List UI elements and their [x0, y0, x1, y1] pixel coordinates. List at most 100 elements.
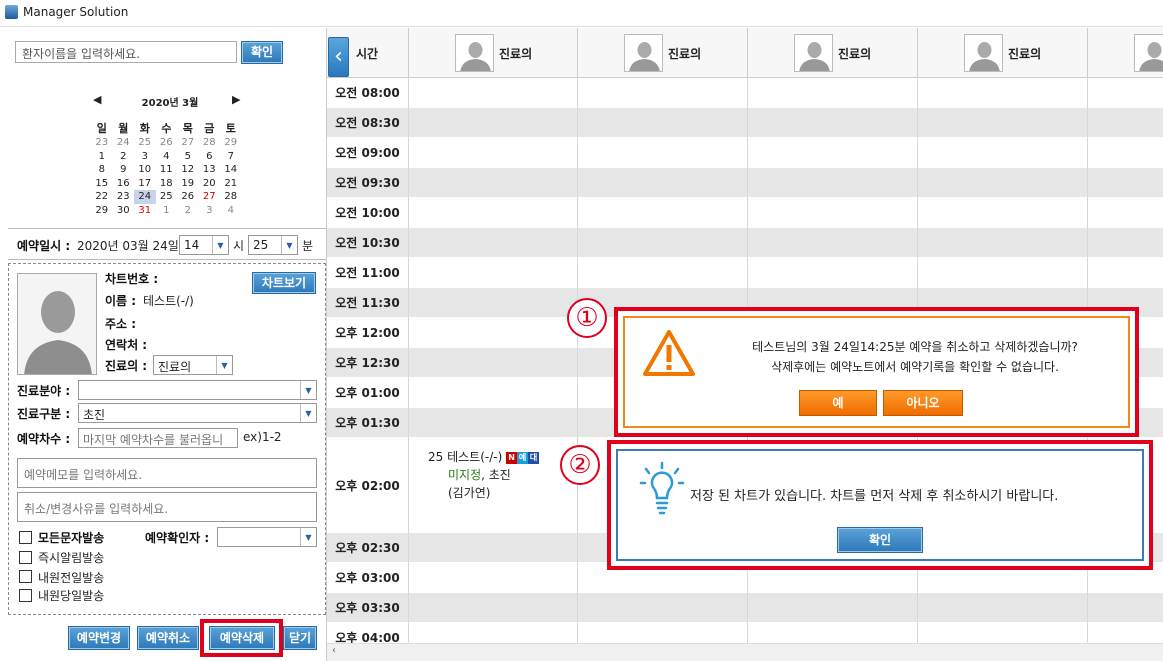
waiting-badge: 대: [528, 451, 540, 464]
calendar-day[interactable]: 9: [113, 163, 135, 177]
calendar-day[interactable]: 8: [91, 163, 113, 177]
calendar-day[interactable]: 16: [113, 177, 135, 191]
new-badge: N: [506, 451, 518, 464]
doctor-column-header: [1087, 28, 1163, 78]
calendar-day[interactable]: 23: [113, 190, 135, 204]
time-label: 오후 02:00: [327, 438, 408, 532]
doctor-label: 진료의 :: [105, 359, 148, 373]
calendar-day[interactable]: 15: [91, 177, 113, 191]
next-month-icon[interactable]: ▶: [232, 93, 240, 106]
calendar-day[interactable]: 31: [134, 204, 156, 218]
calendar-day[interactable]: 7: [220, 150, 242, 164]
time-label: 오전 10:30: [327, 228, 408, 257]
calendar-day[interactable]: 17: [134, 177, 156, 191]
person-icon: [969, 42, 1000, 71]
calendar-day[interactable]: 21: [220, 177, 242, 191]
close-button[interactable]: 닫기: [283, 626, 317, 650]
calendar-day[interactable]: 6: [199, 150, 221, 164]
time-slot-row[interactable]: 오전 08:00: [327, 78, 1163, 108]
doctor-column-header: 진료의: [577, 28, 747, 78]
calendar-day[interactable]: 27: [199, 190, 221, 204]
appointment-title: 25 테스트(-/-): [428, 450, 503, 464]
minute-select[interactable]: 25 ▼: [248, 235, 298, 255]
chevron-down-icon: ▼: [300, 381, 316, 399]
reason-field[interactable]: 취소/변경사유를 입력하세요.: [17, 492, 317, 522]
time-slot-row[interactable]: 오전 10:00: [327, 198, 1163, 228]
calendar-day[interactable]: 23: [91, 136, 113, 150]
session-input[interactable]: 마지막 예약차수를 불러옵니: [78, 428, 238, 448]
time-label: 오전 11:30: [327, 288, 408, 317]
department-label: 진료분야 :: [17, 384, 71, 398]
visit-type-select[interactable]: 초진 ▼: [78, 403, 317, 423]
calendar-day[interactable]: 29: [220, 136, 242, 150]
collapse-panel-button[interactable]: ‹: [328, 37, 349, 77]
horizontal-scrollbar[interactable]: ‹: [327, 643, 1163, 661]
weekday-header: 수: [161, 122, 172, 135]
calendar-day[interactable]: 28: [220, 190, 242, 204]
hour-select[interactable]: 14 ▼: [179, 235, 229, 255]
scroll-left-icon[interactable]: ‹: [332, 645, 336, 656]
cancel-reservation-button[interactable]: 예약취소: [137, 626, 199, 650]
calendar-day[interactable]: 1: [156, 204, 178, 218]
calendar-day[interactable]: 28: [199, 136, 221, 150]
no-button[interactable]: 아니오: [883, 390, 963, 416]
patient-photo: [17, 273, 97, 375]
calendar-day[interactable]: 30: [113, 204, 135, 218]
time-slot-row[interactable]: 오후 03:30: [327, 593, 1163, 623]
confirmer-select[interactable]: ▼: [217, 527, 317, 547]
calendar-day[interactable]: 26: [177, 190, 199, 204]
memo-field[interactable]: 예약메모를 입력하세요.: [17, 458, 317, 488]
calendar-day[interactable]: 4: [156, 150, 178, 164]
time-slot-row[interactable]: 오전 08:30: [327, 108, 1163, 138]
day-before-checkbox[interactable]: [19, 570, 32, 583]
time-slot-row[interactable]: 오전 09:30: [327, 168, 1163, 198]
time-slot-row[interactable]: 오전 10:30: [327, 228, 1163, 258]
marker-1: ①: [567, 298, 607, 338]
calendar-day[interactable]: 25: [156, 190, 178, 204]
ok-button[interactable]: 확인: [837, 527, 923, 553]
same-day-checkbox[interactable]: [19, 589, 32, 602]
search-confirm-button[interactable]: 확인: [241, 41, 283, 64]
calendar-day[interactable]: 1: [91, 150, 113, 164]
calendar-day[interactable]: 20: [199, 177, 221, 191]
calendar-day[interactable]: 10: [134, 163, 156, 177]
time-label: 오후 03:30: [327, 593, 408, 622]
instant-label: 즉시알림발송: [38, 551, 105, 565]
calendar-day[interactable]: 26: [156, 136, 178, 150]
calendar-day[interactable]: 29: [91, 204, 113, 218]
calendar-day[interactable]: 24: [113, 136, 135, 150]
calendar-day[interactable]: 2: [177, 204, 199, 218]
calendar-day[interactable]: 4: [220, 204, 242, 218]
warning-icon: [643, 330, 695, 376]
calendar-day[interactable]: 27: [177, 136, 199, 150]
time-slot-row[interactable]: 오후 04:00: [327, 623, 1163, 643]
all-sms-checkbox[interactable]: [19, 531, 32, 544]
instant-checkbox[interactable]: [19, 551, 32, 564]
time-label: 오후 02:30: [327, 533, 408, 562]
calendar-day[interactable]: 24: [134, 190, 156, 204]
calendar-day[interactable]: 22: [91, 190, 113, 204]
calendar-day[interactable]: 13: [199, 163, 221, 177]
department-select[interactable]: ▼: [78, 380, 317, 400]
chart-view-button[interactable]: 차트보기: [252, 272, 316, 294]
doctor-select[interactable]: 진료의 ▼: [153, 355, 233, 375]
calendar-day[interactable]: 18: [156, 177, 178, 191]
hour-unit: 시: [233, 239, 245, 253]
all-sms-label: 모든문자발송: [38, 531, 105, 545]
calendar-day[interactable]: 14: [220, 163, 242, 177]
calendar-day[interactable]: 12: [177, 163, 199, 177]
calendar-day[interactable]: 2: [113, 150, 135, 164]
same-day-label: 내원당일발송: [38, 589, 105, 603]
change-button[interactable]: 예약변경: [68, 626, 130, 650]
patient-search-input[interactable]: 환자이름을 입력하세요.: [15, 41, 237, 63]
calendar-day[interactable]: 19: [177, 177, 199, 191]
calendar-day[interactable]: 3: [199, 204, 221, 218]
time-slot-row[interactable]: 오전 09:00: [327, 138, 1163, 168]
yes-button[interactable]: 예: [799, 390, 877, 416]
calendar-day[interactable]: 25: [134, 136, 156, 150]
calendar-day[interactable]: 5: [177, 150, 199, 164]
appointment-card[interactable]: 25 테스트(-/-) N예대 미지정, 초진 (김가연): [428, 448, 540, 502]
calendar-day[interactable]: 3: [134, 150, 156, 164]
time-slot-row[interactable]: 오전 11:00: [327, 258, 1163, 288]
calendar-day[interactable]: 11: [156, 163, 178, 177]
